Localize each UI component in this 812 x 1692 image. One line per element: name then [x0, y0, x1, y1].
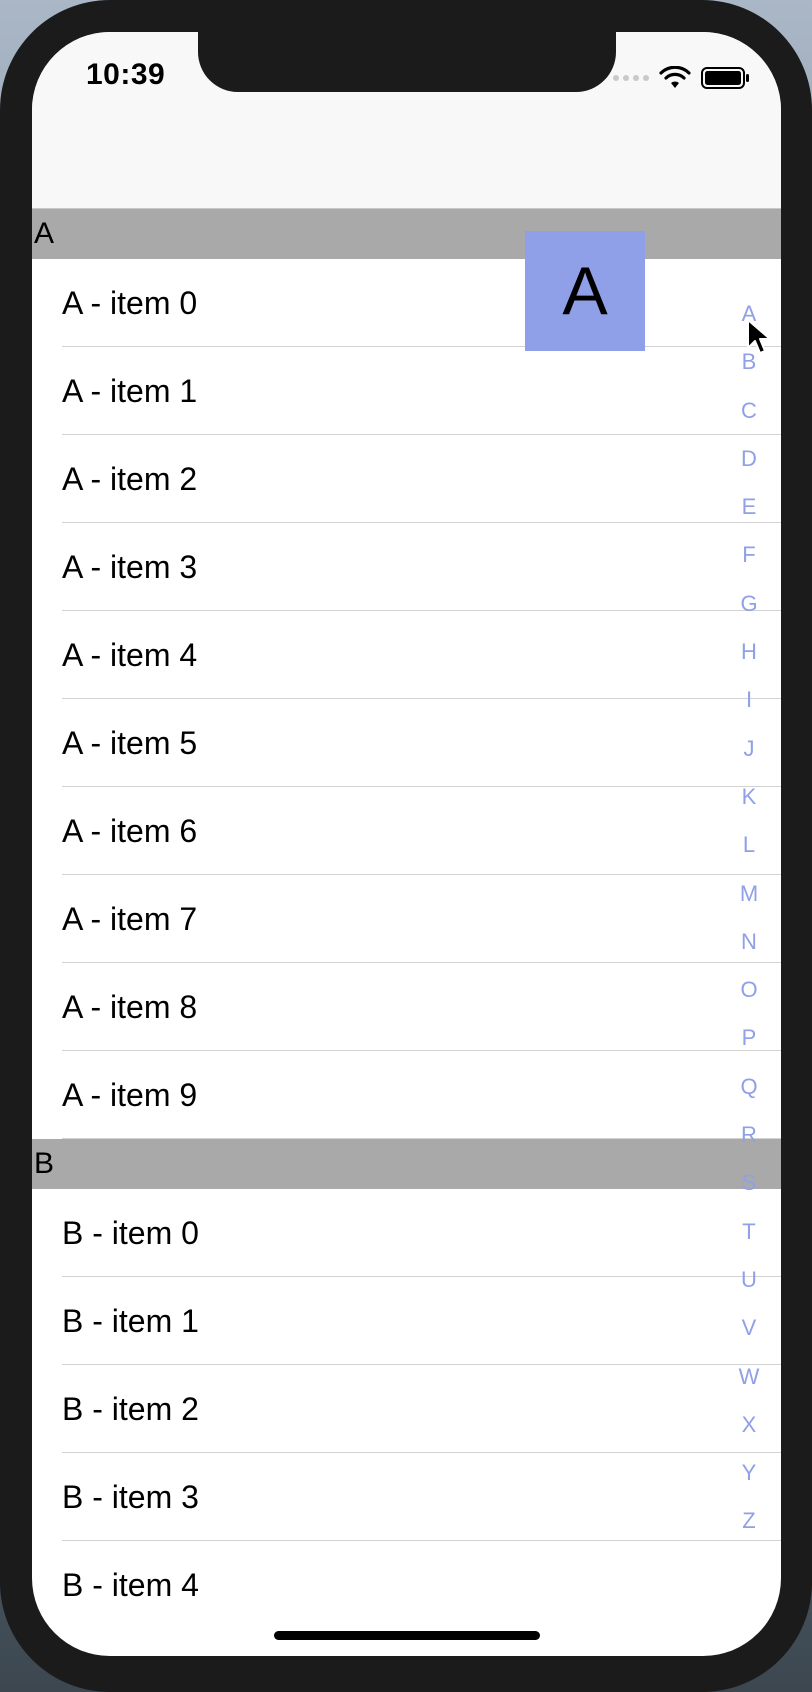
list-item[interactable]: A - item 7: [32, 875, 781, 963]
signal-icon: [613, 75, 649, 81]
list-item[interactable]: A - item 0: [32, 259, 781, 347]
index-letter[interactable]: I: [746, 676, 752, 724]
index-letter[interactable]: U: [741, 1256, 757, 1304]
list-item[interactable]: A - item 1: [32, 347, 781, 435]
phone-frame: 10:39 A A - item 0 A - item 1 A - item 2 A -…: [0, 0, 812, 1692]
list-item[interactable]: A - item 9: [32, 1051, 781, 1139]
app-screen: 10:39 A A - item 0 A - item 1 A - item 2 A -…: [32, 32, 781, 1656]
index-letter[interactable]: X: [742, 1401, 757, 1449]
list-item-label: A - item 0: [62, 285, 198, 321]
list-item-label: A - item 4: [62, 637, 198, 673]
mouse-cursor-icon: [747, 319, 771, 354]
list-item-label: A - item 7: [62, 901, 198, 937]
list-item[interactable]: A - item 3: [32, 523, 781, 611]
section-index-bar[interactable]: ABCDEFGHIJKLMNOPQRSTUVWXYZ: [717, 290, 781, 1546]
list-item-label: A - item 6: [62, 813, 198, 849]
index-letter[interactable]: Q: [740, 1063, 757, 1111]
list-item[interactable]: A - item 6: [32, 787, 781, 875]
index-letter[interactable]: G: [740, 580, 757, 628]
device-notch: [198, 32, 616, 92]
index-letter[interactable]: O: [740, 966, 757, 1014]
index-letter[interactable]: J: [744, 725, 755, 773]
index-letter[interactable]: V: [742, 1304, 757, 1352]
list-item-label: B - item 4: [62, 1567, 199, 1603]
list-item[interactable]: B - item 2: [32, 1365, 781, 1453]
list-item-label: A - item 8: [62, 989, 198, 1025]
index-letter[interactable]: L: [743, 821, 755, 869]
row-separator: [62, 1138, 781, 1139]
list-item-label: A - item 9: [62, 1077, 198, 1113]
list-item-label: B - item 3: [62, 1479, 199, 1515]
list-item[interactable]: A - item 8: [32, 963, 781, 1051]
section-header: B: [32, 1139, 781, 1189]
home-indicator[interactable]: [274, 1631, 540, 1640]
wifi-icon: [659, 66, 691, 88]
index-letter[interactable]: Y: [742, 1449, 757, 1497]
list-item[interactable]: B - item 0: [32, 1189, 781, 1277]
index-letter[interactable]: M: [740, 870, 758, 918]
list-item-label: A - item 1: [62, 373, 198, 409]
index-letter[interactable]: C: [741, 387, 757, 435]
index-letter[interactable]: T: [742, 1208, 755, 1256]
index-letter[interactable]: H: [741, 628, 757, 676]
list-item-label: B - item 0: [62, 1215, 199, 1251]
navigation-bar: 10:39: [32, 32, 781, 209]
section-header: A: [32, 209, 781, 259]
list-item[interactable]: A - item 2: [32, 435, 781, 523]
index-letter[interactable]: E: [742, 483, 757, 531]
index-letter[interactable]: S: [742, 1159, 757, 1207]
list-item-label: B - item 1: [62, 1303, 199, 1339]
list-item[interactable]: A - item 4: [32, 611, 781, 699]
index-letter[interactable]: R: [741, 1111, 757, 1159]
list-item[interactable]: B - item 1: [32, 1277, 781, 1365]
index-letter[interactable]: D: [741, 435, 757, 483]
index-letter[interactable]: F: [742, 531, 755, 579]
list-item[interactable]: B - item 3: [32, 1453, 781, 1541]
list-item-label: A - item 3: [62, 549, 198, 585]
index-letter[interactable]: K: [742, 773, 757, 821]
index-letter[interactable]: Z: [742, 1497, 755, 1545]
index-letter[interactable]: N: [741, 918, 757, 966]
list-item-label: A - item 5: [62, 725, 198, 761]
index-letter[interactable]: P: [742, 1014, 757, 1062]
list-item[interactable]: B - item 4: [32, 1541, 781, 1621]
list-item[interactable]: A - item 5: [32, 699, 781, 787]
status-indicators: [613, 66, 751, 90]
status-time: 10:39: [86, 58, 166, 91]
list-item-label: B - item 2: [62, 1391, 199, 1427]
list-item-label: A - item 2: [62, 461, 198, 497]
table-list[interactable]: A A - item 0 A - item 1 A - item 2 A - item …: [32, 209, 781, 1621]
battery-icon: [701, 67, 749, 89]
index-overlay-letter: A: [525, 231, 645, 351]
index-letter[interactable]: W: [739, 1353, 760, 1401]
